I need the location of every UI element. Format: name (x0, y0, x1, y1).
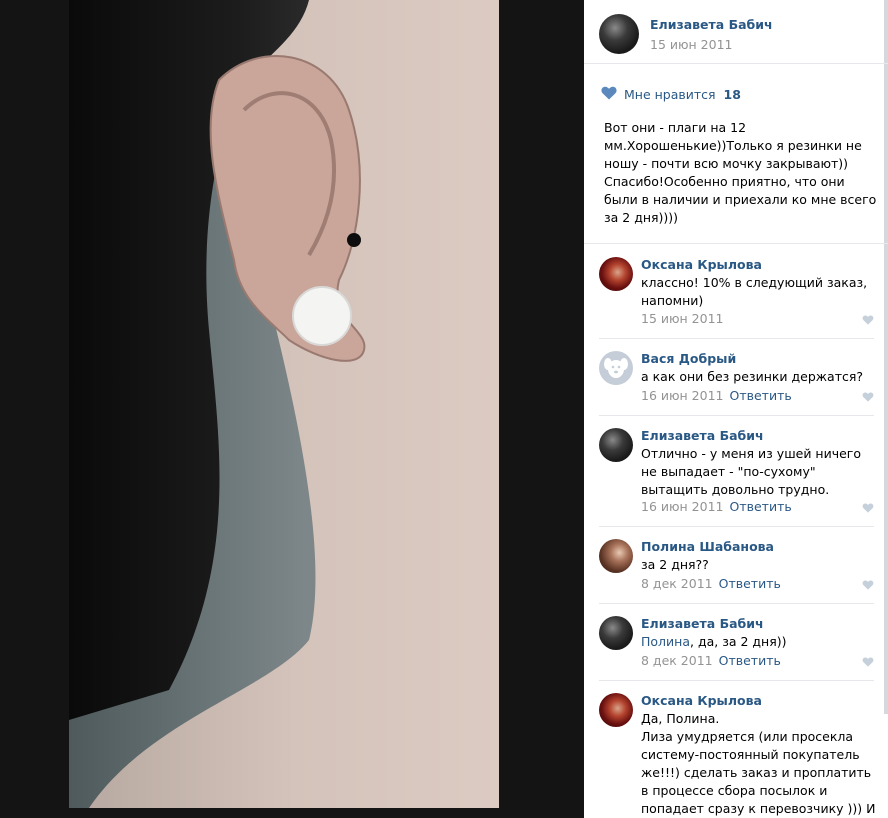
comment-like-icon[interactable] (862, 657, 874, 667)
comment-meta: 16 июн 2011 Ответить (641, 388, 792, 403)
like-count: 18 (723, 87, 741, 102)
post-author: Елизавета Бабич 15 июн 2011 (584, 0, 888, 64)
dog-avatar-icon (604, 358, 628, 378)
comment-text: Да, Полина. Лиза умудряется (или просекл… (641, 711, 876, 816)
sidebar: Елизавета Бабич 15 июн 2011 Мне нравится… (584, 0, 888, 818)
post-date[interactable]: 15 июн 2011 (650, 37, 732, 52)
comment-text: классно! 10% в следующий заказ, напомни) (641, 275, 868, 308)
post-text: Вот они - плаги на 12 мм.Хорошенькие))То… (604, 120, 877, 225)
comment: Оксана Крылова классно! 10% в следующий … (584, 243, 888, 339)
comment-date[interactable]: 8 дек 2011 (641, 653, 713, 668)
comment-author[interactable]: Оксана Крылова (641, 693, 762, 708)
comment-author[interactable]: Елизавета Бабич (641, 616, 764, 631)
comment: Оксана Крылова Да, Полина. Лиза умудряет… (584, 680, 888, 818)
comment-like-icon[interactable] (862, 315, 874, 325)
comment-author[interactable]: Вася Добрый (641, 351, 736, 366)
author-avatar[interactable] (599, 14, 639, 54)
comment-date[interactable]: 8 дек 2011 (641, 576, 713, 591)
comment-meta: 8 дек 2011 Ответить (641, 653, 781, 668)
mention-link[interactable]: Полина (641, 634, 690, 649)
comment: Вася Добрый а как они без резинки держат… (584, 338, 888, 416)
comment-text: Отлично - у меня из ушей ничего не выпад… (641, 446, 862, 497)
photo-image (69, 0, 499, 808)
comment-text: а как они без резинки держатся? (641, 369, 864, 384)
reply-button[interactable]: Ответить (719, 576, 781, 591)
like-button[interactable]: Мне нравится 18 (624, 87, 741, 102)
comment-like-icon[interactable] (862, 392, 874, 402)
comment-text: Полина, да, за 2 дня)) (641, 633, 877, 651)
reply-button[interactable]: Ответить (729, 388, 791, 403)
comment-author[interactable]: Полина Шабанова (641, 539, 774, 554)
comment-meta: 16 июн 2011 Ответить (641, 499, 792, 514)
comment-avatar[interactable] (599, 539, 633, 573)
comment-avatar[interactable] (599, 616, 633, 650)
comment: Елизавета Бабич Полина, да, за 2 дня)) 8… (584, 603, 888, 681)
comment-like-icon[interactable] (862, 580, 874, 590)
comment: Елизавета Бабич Отлично - у меня из ушей… (584, 415, 888, 527)
comment-text: за 2 дня?? (641, 557, 709, 572)
comment: Полина Шабанова за 2 дня?? 8 дек 2011 Отв… (584, 526, 888, 604)
comment-date[interactable]: 16 июн 2011 (641, 499, 723, 514)
photo-viewer: Елизавета Бабич 15 июн 2011 Мне нравится… (0, 0, 888, 818)
reply-button[interactable]: Ответить (719, 653, 781, 668)
comment-avatar[interactable] (599, 351, 633, 385)
comment-date[interactable]: 15 июн 2011 (641, 311, 723, 326)
like-label: Мне нравится (624, 87, 716, 102)
comment-avatar[interactable] (599, 428, 633, 462)
comment-date[interactable]: 16 июн 2011 (641, 388, 723, 403)
reply-button[interactable]: Ответить (729, 499, 791, 514)
comment-text-body: , да, за 2 дня)) (690, 634, 787, 649)
comment-author[interactable]: Оксана Крылова (641, 257, 762, 272)
comment-author[interactable]: Елизавета Бабич (641, 428, 764, 443)
comment-avatar[interactable] (599, 257, 633, 291)
comment-avatar[interactable] (599, 693, 633, 727)
author-name[interactable]: Елизавета Бабич (650, 17, 773, 32)
comment-like-icon[interactable] (862, 503, 874, 513)
comment-meta: 8 дек 2011 Ответить (641, 576, 781, 591)
comment-meta: 15 июн 2011 (641, 311, 723, 326)
photo[interactable] (69, 0, 499, 808)
like-heart-icon[interactable] (601, 86, 617, 100)
photo-area (0, 0, 584, 818)
